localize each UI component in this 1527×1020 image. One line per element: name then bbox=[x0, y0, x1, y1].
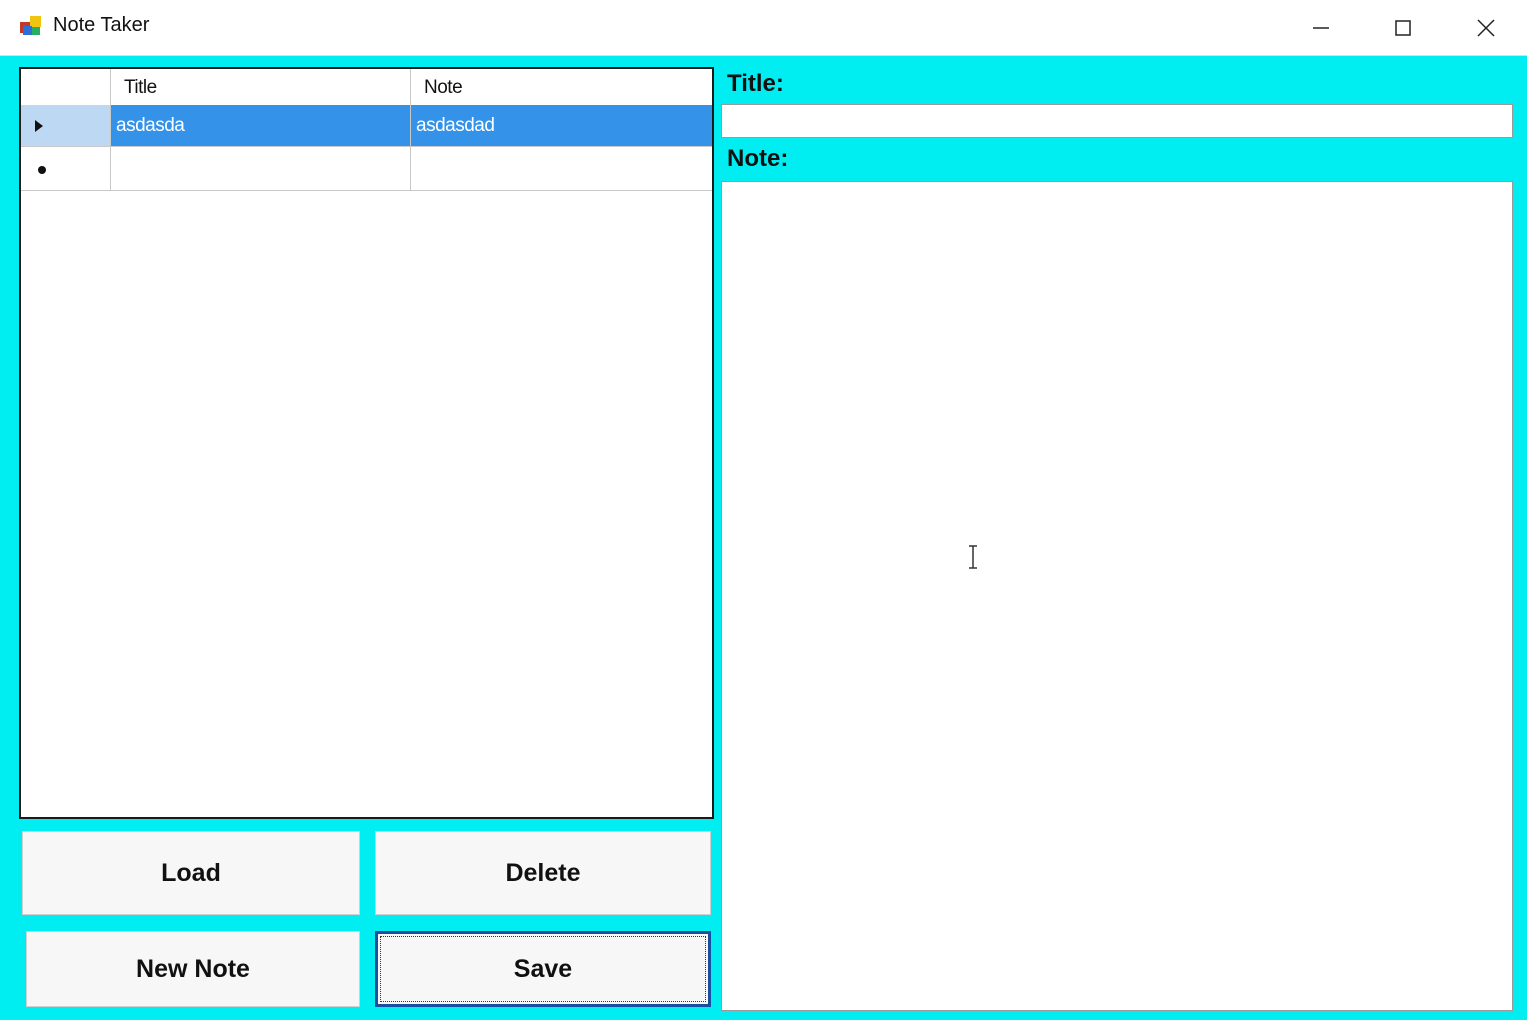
window-title: Note Taker bbox=[53, 14, 150, 36]
form-client-area: Title Note asdasda asdasdad Load Delete … bbox=[0, 56, 1527, 1020]
title-input[interactable] bbox=[721, 104, 1513, 138]
column-header-title[interactable]: Title bbox=[111, 69, 411, 105]
current-row-arrow-icon bbox=[35, 120, 43, 132]
close-button[interactable] bbox=[1445, 0, 1527, 55]
new-note-button[interactable]: New Note bbox=[26, 931, 360, 1007]
minimize-icon bbox=[1313, 26, 1329, 29]
cell-note[interactable]: asdasdad bbox=[411, 105, 712, 146]
column-header-note[interactable]: Note bbox=[411, 69, 712, 105]
row-header[interactable] bbox=[21, 105, 111, 146]
cell-note[interactable] bbox=[411, 147, 712, 190]
text-cursor-icon bbox=[969, 545, 977, 569]
grid-corner-header[interactable] bbox=[21, 69, 111, 105]
window-titlebar: Note Taker bbox=[0, 0, 1527, 56]
app-icon bbox=[20, 16, 41, 35]
new-row[interactable] bbox=[21, 147, 712, 191]
save-button[interactable]: Save bbox=[375, 931, 711, 1007]
table-row[interactable]: asdasda asdasdad bbox=[21, 105, 712, 147]
maximize-button[interactable] bbox=[1362, 0, 1444, 55]
grid-header: Title Note bbox=[21, 69, 712, 106]
row-header[interactable] bbox=[21, 147, 111, 190]
minimize-button[interactable] bbox=[1280, 0, 1362, 55]
cell-title[interactable] bbox=[111, 147, 411, 190]
new-row-asterisk-icon bbox=[38, 166, 46, 174]
maximize-icon bbox=[1395, 19, 1411, 36]
note-textarea[interactable] bbox=[721, 181, 1513, 1011]
notes-grid[interactable]: Title Note asdasda asdasdad bbox=[19, 67, 714, 819]
delete-button[interactable]: Delete bbox=[375, 831, 711, 915]
cell-title[interactable]: asdasda bbox=[111, 105, 411, 146]
load-button[interactable]: Load bbox=[22, 831, 360, 915]
title-label: Title: bbox=[727, 70, 784, 97]
close-icon bbox=[1477, 18, 1495, 37]
note-label: Note: bbox=[727, 145, 789, 172]
